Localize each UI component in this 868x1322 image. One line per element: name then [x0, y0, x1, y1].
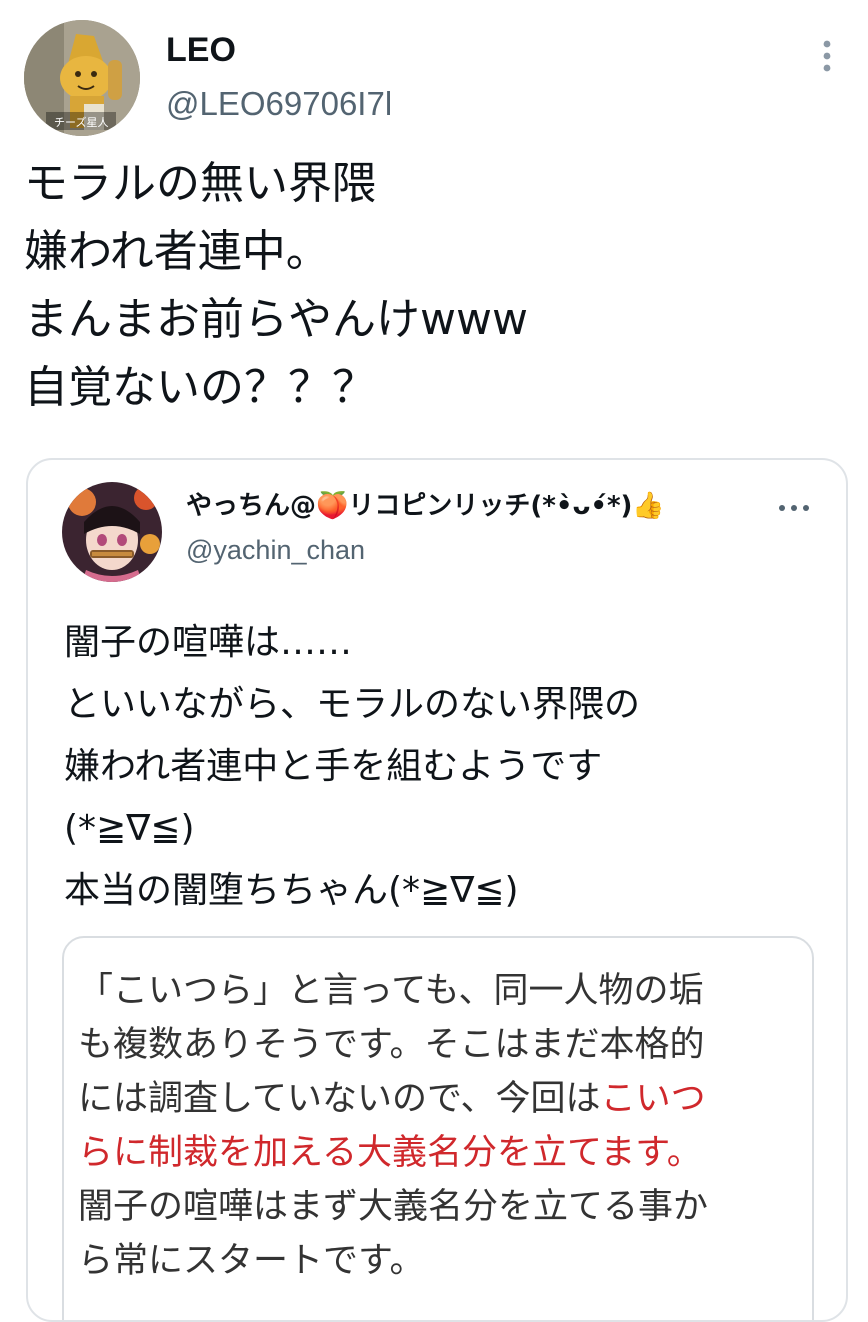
embedded-screenshot-text: 「こいつら」と言っても、同一人物の垢 も複数ありそうです。そこはまだ本格的 には… — [78, 964, 808, 1288]
author-name[interactable]: LEO — [166, 28, 236, 72]
quoted-author-name[interactable]: やっちん@🍑リコピンリッチ(*•̀ᴗ•́*)👍 — [186, 488, 665, 524]
highlight-text: こいつ — [600, 1079, 706, 1119]
embedded-line: 「こいつら」と言っても、同一人物の垢 — [78, 971, 704, 1011]
embedded-line: 闇子の喧嘩はまず大義名分を立てる事か — [78, 1187, 709, 1227]
embedded-line: も複数ありそうです。そこはまだ本格的 — [78, 1025, 705, 1065]
avatar-anime-image — [62, 482, 162, 582]
more-vertical-icon[interactable] — [812, 36, 842, 76]
avatar-character-image: チーズ星人 — [24, 20, 140, 136]
more-horizontal-icon[interactable] — [774, 498, 814, 518]
tweet-line: まんまお前らやんけwww — [24, 294, 528, 345]
tweet-line: モラルの無い界隈 — [24, 158, 376, 209]
quoted-line: といいながら、モラルのない界隈の — [64, 684, 641, 725]
avatar-caption: チーズ星人 — [54, 115, 108, 129]
quoted-line: 闇子の喧嘩は…… — [64, 622, 353, 663]
tweet-text: モラルの無い界隈 嫌われ者連中。 まんまお前らやんけwww 自覚ないの？？？ — [24, 150, 844, 422]
tweet-line: 自覚ないの？？？ — [24, 362, 376, 413]
highlight-text: らに制裁を加える大義名分を立てます。 — [78, 1133, 702, 1173]
quoted-line: 本当の闇堕ちちゃん(*≧∇≦) — [64, 870, 519, 911]
author-handle[interactable]: @LEO69706I7l — [166, 82, 392, 126]
quoted-tweet-text: 闇子の喧嘩は…… といいながら、モラルのない界隈の 嫌われ者連中と手を組むようで… — [64, 612, 824, 922]
author-avatar[interactable]: チーズ星人 — [24, 20, 140, 136]
embedded-line: には調査していないので、今回はこいつ — [78, 1079, 706, 1119]
embedded-screenshot-image[interactable]: 「こいつら」と言っても、同一人物の垢 も複数ありそうです。そこはまだ本格的 には… — [62, 936, 814, 1320]
quoted-author-avatar[interactable] — [62, 482, 162, 582]
embedded-line: らに制裁を加える大義名分を立てます。 — [78, 1126, 808, 1180]
quoted-author-handle[interactable]: @yachin_chan — [186, 532, 365, 568]
quoted-line: (*≧∇≦) — [64, 808, 195, 849]
quoted-line: 嫌われ者連中と手を組むようです — [64, 746, 603, 787]
tweet-line: 嫌われ者連中。 — [24, 226, 330, 277]
quoted-tweet-card[interactable]: やっちん@🍑リコピンリッチ(*•̀ᴗ•́*)👍 @yachin_chan 闇子の… — [26, 458, 848, 1322]
